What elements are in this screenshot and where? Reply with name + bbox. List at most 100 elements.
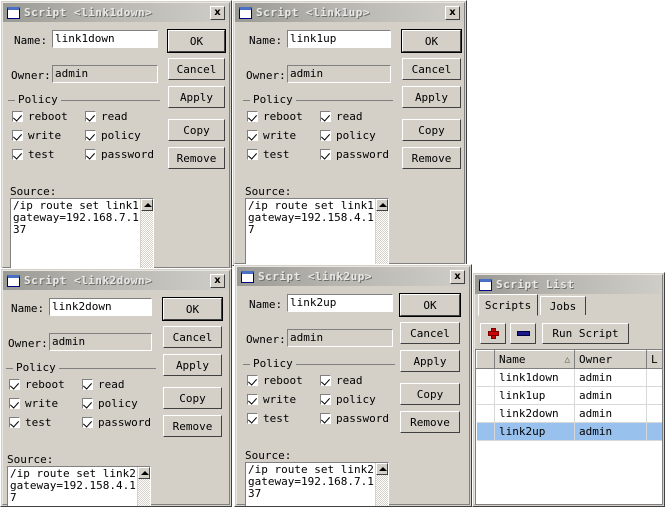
owner-input[interactable]: admin bbox=[49, 333, 152, 351]
policy-read[interactable]: read bbox=[320, 374, 363, 387]
name-input[interactable]: link2up bbox=[287, 294, 393, 312]
checkbox-reboot[interactable] bbox=[9, 379, 20, 390]
checkbox-test[interactable] bbox=[12, 149, 23, 160]
policy-password[interactable]: password bbox=[82, 416, 151, 429]
apply-button[interactable]: Apply bbox=[400, 350, 460, 372]
checkbox-test[interactable] bbox=[9, 417, 20, 428]
table-row-selected[interactable]: link2up admin bbox=[476, 422, 662, 441]
titlebar[interactable]: Script <link1up> x bbox=[235, 3, 464, 22]
checkbox-test[interactable] bbox=[247, 149, 258, 160]
policy-policy[interactable]: policy bbox=[320, 393, 376, 406]
policy-write[interactable]: write bbox=[12, 129, 61, 142]
script-table[interactable]: Name △ Owner L link1down admin link1up a… bbox=[476, 350, 662, 441]
copy-button[interactable]: Copy bbox=[400, 383, 460, 405]
owner-input[interactable]: admin bbox=[52, 65, 158, 83]
close-icon[interactable]: x bbox=[450, 269, 465, 284]
remove-button[interactable]: Remove bbox=[402, 147, 461, 169]
checkbox-read[interactable] bbox=[82, 379, 93, 390]
col-name[interactable]: Name △ bbox=[494, 350, 575, 369]
checkbox-read[interactable] bbox=[85, 111, 96, 122]
checkbox-policy[interactable] bbox=[320, 394, 331, 405]
ok-button[interactable]: OK bbox=[400, 294, 460, 316]
checkbox-reboot[interactable] bbox=[12, 111, 23, 122]
policy-policy[interactable]: policy bbox=[85, 129, 141, 142]
checkbox-reboot[interactable] bbox=[247, 375, 258, 386]
policy-password[interactable]: password bbox=[320, 412, 389, 425]
script-dialog-link2down[interactable]: Script <link2down> x Name: link2down Own… bbox=[0, 268, 232, 507]
policy-write[interactable]: write bbox=[9, 397, 58, 410]
policy-test[interactable]: test bbox=[247, 148, 290, 161]
cancel-button[interactable]: Cancel bbox=[400, 322, 460, 344]
cancel-button[interactable]: Cancel bbox=[402, 58, 461, 80]
apply-button[interactable]: Apply bbox=[168, 86, 225, 108]
checkbox-policy[interactable] bbox=[82, 398, 93, 409]
remove-button[interactable]: Remove bbox=[400, 411, 460, 433]
policy-reboot[interactable]: reboot bbox=[247, 374, 303, 387]
scroll-up-icon[interactable] bbox=[376, 199, 388, 211]
script-dialog-link2up[interactable]: Script <link2up> x Name: link2up Owner: … bbox=[234, 264, 472, 507]
source-textarea[interactable]: /ip route set link1 gateway=192.168.7.13… bbox=[10, 198, 154, 269]
policy-read[interactable]: read bbox=[320, 110, 363, 123]
policy-policy[interactable]: policy bbox=[320, 129, 376, 142]
titlebar[interactable]: Script <link2down> x bbox=[3, 271, 229, 290]
source-scrollbar[interactable] bbox=[375, 199, 388, 265]
remove-button[interactable]: Remove bbox=[163, 415, 222, 437]
checkbox-read[interactable] bbox=[320, 375, 331, 386]
cancel-button[interactable]: Cancel bbox=[168, 58, 225, 80]
policy-write[interactable]: write bbox=[247, 129, 296, 142]
owner-input[interactable]: admin bbox=[287, 329, 393, 347]
source-textarea[interactable]: /ip route set link2 gateway=192.168.7.13… bbox=[245, 462, 389, 506]
remove-button[interactable]: Remove bbox=[168, 147, 225, 169]
source-scrollbar[interactable] bbox=[140, 199, 153, 269]
checkbox-write[interactable] bbox=[12, 130, 23, 141]
checkbox-write[interactable] bbox=[247, 394, 258, 405]
source-scrollbar[interactable] bbox=[137, 467, 150, 506]
table-row[interactable]: link2down admin bbox=[476, 404, 662, 423]
tab-scripts[interactable]: Scripts bbox=[478, 294, 538, 316]
checkbox-reboot[interactable] bbox=[247, 111, 258, 122]
close-icon[interactable]: x bbox=[210, 273, 225, 288]
tab-jobs[interactable]: Jobs bbox=[540, 296, 586, 315]
name-input[interactable]: link1down bbox=[52, 30, 158, 48]
col-flag[interactable] bbox=[476, 350, 495, 369]
remove-script-button[interactable] bbox=[510, 323, 536, 344]
policy-password[interactable]: password bbox=[320, 148, 389, 161]
source-textarea[interactable]: /ip route set link2 gateway=192.158.4.17 bbox=[7, 466, 151, 506]
titlebar[interactable]: Script List bbox=[475, 275, 662, 294]
script-dialog-link1down[interactable]: Script <link1down> x Name: link1down Own… bbox=[0, 0, 232, 270]
policy-test[interactable]: test bbox=[247, 412, 290, 425]
checkbox-password[interactable] bbox=[82, 417, 93, 428]
policy-read[interactable]: read bbox=[82, 378, 125, 391]
policy-test[interactable]: test bbox=[9, 416, 52, 429]
policy-reboot[interactable]: reboot bbox=[12, 110, 68, 123]
table-row[interactable]: link1up admin bbox=[476, 386, 662, 405]
titlebar[interactable]: Script <link1down> x bbox=[3, 3, 229, 22]
policy-policy[interactable]: policy bbox=[82, 397, 138, 410]
policy-test[interactable]: test bbox=[12, 148, 55, 161]
checkbox-read[interactable] bbox=[320, 111, 331, 122]
apply-button[interactable]: Apply bbox=[163, 354, 222, 376]
checkbox-write[interactable] bbox=[247, 130, 258, 141]
checkbox-policy[interactable] bbox=[85, 130, 96, 141]
source-scrollbar[interactable] bbox=[375, 463, 388, 506]
script-list-window[interactable]: Script List Scripts Jobs Run Script Name… bbox=[472, 272, 665, 507]
ok-button[interactable]: OK bbox=[168, 30, 225, 52]
checkbox-test[interactable] bbox=[247, 413, 258, 424]
titlebar[interactable]: Script <link2up> x bbox=[237, 267, 469, 286]
add-script-button[interactable] bbox=[480, 323, 506, 344]
copy-button[interactable]: Copy bbox=[168, 119, 225, 141]
close-icon[interactable]: x bbox=[210, 5, 225, 20]
policy-write[interactable]: write bbox=[247, 393, 296, 406]
copy-button[interactable]: Copy bbox=[402, 119, 461, 141]
policy-reboot[interactable]: reboot bbox=[9, 378, 65, 391]
name-input[interactable]: link1up bbox=[287, 30, 391, 48]
policy-reboot[interactable]: reboot bbox=[247, 110, 303, 123]
cancel-button[interactable]: Cancel bbox=[163, 326, 222, 348]
policy-read[interactable]: read bbox=[85, 110, 128, 123]
checkbox-password[interactable] bbox=[85, 149, 96, 160]
ok-button[interactable]: OK bbox=[163, 298, 222, 320]
scroll-up-icon[interactable] bbox=[141, 199, 153, 211]
checkbox-password[interactable] bbox=[320, 413, 331, 424]
owner-input[interactable]: admin bbox=[287, 65, 391, 83]
col-l[interactable]: L bbox=[646, 350, 662, 369]
